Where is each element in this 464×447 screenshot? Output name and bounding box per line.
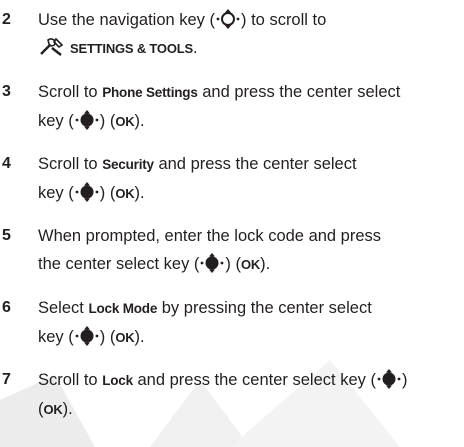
step-number: 2 bbox=[2, 11, 11, 28]
center-select-key-icon bbox=[75, 110, 99, 130]
ui-label-phone-settings: Phone Settings bbox=[102, 85, 198, 100]
center-select-key-icon bbox=[75, 182, 99, 202]
ok-label: OK bbox=[241, 257, 261, 272]
text-fragment: ). bbox=[134, 328, 145, 346]
step-text: Select Lock Mode by pressing the center … bbox=[38, 294, 464, 352]
text-fragment: and press the center select key ( bbox=[132, 371, 376, 389]
text-fragment: and press the center select bbox=[197, 83, 401, 101]
step-line: (OK). bbox=[38, 395, 464, 424]
text-fragment: key ( bbox=[38, 328, 74, 346]
step-line: the center select key ( ) (OK). bbox=[38, 250, 464, 279]
text-fragment: ) ( bbox=[99, 112, 116, 130]
step-line: SETTINGS & TOOLS. bbox=[38, 34, 464, 63]
text-fragment: key ( bbox=[38, 184, 74, 202]
ok-label: OK bbox=[115, 330, 135, 345]
ok-label: OK bbox=[115, 114, 135, 129]
text-fragment: . bbox=[192, 39, 198, 57]
step-number: 5 bbox=[2, 227, 11, 244]
text-fragment: Scroll to bbox=[38, 155, 103, 173]
step-number: 7 bbox=[2, 371, 11, 388]
step-line: key ( ) (OK). bbox=[38, 179, 464, 208]
step-line: When prompted, enter the lock code and p… bbox=[38, 227, 382, 245]
text-fragment: key ( bbox=[38, 112, 74, 130]
ui-label-security: Security bbox=[102, 157, 154, 172]
text-fragment: and press the center select bbox=[153, 155, 357, 173]
step-text: Scroll to Lock and press the center sele… bbox=[38, 366, 464, 424]
step-line: Select Lock Mode by pressing the center … bbox=[38, 294, 464, 323]
text-fragment: ) ( bbox=[99, 184, 116, 202]
text-fragment: ). bbox=[134, 184, 145, 202]
menu-label-settings-tools: SETTINGS & TOOLS bbox=[70, 41, 193, 56]
step-text: Scroll to Phone Settings and press the c… bbox=[38, 78, 464, 136]
center-select-key-icon bbox=[75, 326, 99, 346]
step-text: When prompted, enter the lock code and p… bbox=[38, 222, 464, 279]
text-fragment: ) to scroll to bbox=[241, 11, 327, 29]
step-line: Use the navigation key ( ) to scroll to bbox=[38, 6, 464, 34]
text-fragment: Scroll to bbox=[38, 83, 103, 101]
text-fragment: Use the navigation key ( bbox=[38, 11, 216, 29]
step-number: 6 bbox=[2, 299, 11, 316]
step-line: Scroll to Lock and press the center sele… bbox=[38, 366, 464, 395]
step-line: key ( ) (OK). bbox=[38, 107, 464, 136]
step-line: Scroll to Security and press the center … bbox=[38, 150, 464, 179]
step-number: 3 bbox=[2, 83, 11, 100]
text-fragment: ). bbox=[260, 255, 271, 273]
ui-label-lock: Lock bbox=[102, 373, 133, 388]
step-number: 4 bbox=[2, 155, 11, 172]
text-fragment: ) ( bbox=[225, 255, 241, 273]
settings-tools-icon bbox=[40, 37, 64, 56]
step-text: Use the navigation key ( ) to scroll to … bbox=[38, 6, 464, 63]
ui-label-lock-mode: Lock Mode bbox=[88, 301, 158, 316]
ok-label: OK bbox=[115, 186, 135, 201]
step-line: key ( ) (OK). bbox=[38, 323, 464, 352]
text-fragment: Select bbox=[38, 299, 89, 317]
step-text: Scroll to Security and press the center … bbox=[38, 150, 464, 208]
text-fragment: ) ( bbox=[99, 328, 116, 346]
center-select-key-icon bbox=[201, 253, 224, 273]
step-line: Scroll to Phone Settings and press the c… bbox=[38, 78, 464, 107]
text-fragment: by pressing the center select bbox=[157, 299, 372, 317]
center-select-key-icon bbox=[377, 369, 401, 389]
navigation-key-icon bbox=[216, 9, 240, 29]
text-fragment: ). bbox=[62, 400, 73, 418]
text-fragment: ) bbox=[401, 371, 408, 389]
ok-label: OK bbox=[43, 402, 63, 417]
text-fragment: the center select key ( bbox=[38, 255, 200, 273]
text-fragment: ). bbox=[134, 112, 145, 130]
text-fragment: Scroll to bbox=[38, 371, 103, 389]
